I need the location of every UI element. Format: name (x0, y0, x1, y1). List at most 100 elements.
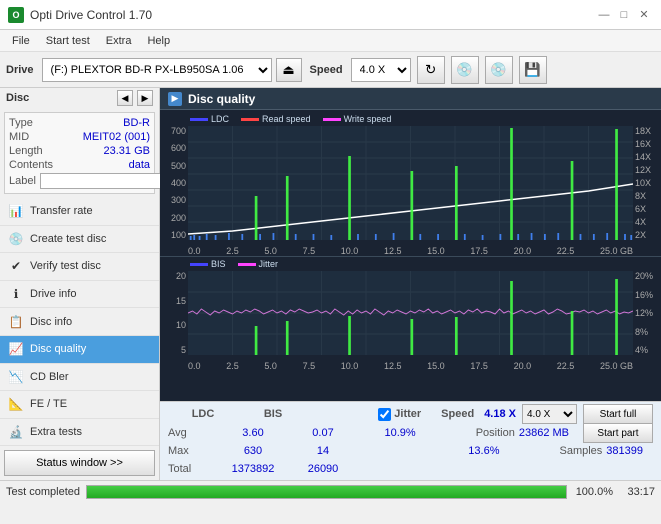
samples-label: Samples (559, 445, 602, 457)
close-button[interactable]: ✕ (635, 6, 653, 24)
app-icon: O (8, 7, 24, 23)
menu-file[interactable]: File (4, 33, 38, 49)
disc-mid-value: MEIT02 (001) (83, 131, 150, 143)
legend-bis-color (190, 263, 208, 266)
menu-extra[interactable]: Extra (98, 33, 140, 49)
save-button[interactable]: 💾 (519, 56, 547, 84)
bx-label-25: 25.0 GB (600, 361, 633, 371)
sidebar-item-fe-te[interactable]: 📐 FE / TE (0, 391, 159, 419)
sidebar-item-extra-tests[interactable]: 🔬 Extra tests (0, 419, 159, 447)
legend-bis-text: BIS (211, 259, 226, 269)
disc-section-title: Disc (6, 92, 29, 104)
content-area: ▶ Disc quality LDC Read speed (160, 88, 661, 480)
legend-read-color (241, 118, 259, 121)
max-bis-value: 14 (288, 445, 358, 457)
drive-info-icon: ℹ (8, 286, 24, 302)
drive-toolbar: Drive (F:) PLEXTOR BD-R PX-LB950SA 1.06 … (0, 52, 661, 88)
legend-read: Read speed (241, 114, 311, 124)
disc2-button[interactable]: 💿 (485, 56, 513, 84)
bx-label-2.5: 2.5 (226, 361, 239, 371)
drive-info-label: Drive info (30, 288, 76, 300)
bis-col-header: BIS (238, 408, 308, 420)
disc-quality-icon: 📈 (8, 341, 24, 357)
legend-jitter-text: Jitter (259, 259, 279, 269)
sidebar-item-verify-test-disc[interactable]: ✔ Verify test disc (0, 253, 159, 281)
stats-header-row: LDC BIS Jitter Speed 4.18 X 4.0 X Start … (168, 404, 653, 424)
x-label-5: 5.0 (264, 246, 277, 256)
cd-bler-label: CD Bler (30, 371, 69, 383)
titlebar-controls: — □ ✕ (595, 6, 653, 24)
progress-bar-inner (87, 486, 566, 498)
y-label-10: 10 (176, 320, 186, 330)
legend-write-color (323, 118, 341, 121)
sidebar-item-drive-info[interactable]: ℹ Drive info (0, 281, 159, 309)
verify-test-label: Verify test disc (30, 260, 101, 272)
bottom-x-labels: 0.0 2.5 5.0 7.5 10.0 12.5 15.0 17.5 20.0… (188, 361, 633, 371)
sidebar-item-disc-info[interactable]: 📋 Disc info (0, 308, 159, 336)
menu-help[interactable]: Help (139, 33, 178, 49)
y-label-15: 15 (176, 296, 186, 306)
legend-write: Write speed (323, 114, 392, 124)
disc-contents-value[interactable]: data (129, 159, 150, 171)
disc-prev-button[interactable]: ◀ (117, 90, 133, 106)
status-window-button[interactable]: Status window >> (4, 450, 155, 476)
x-label-25: 25.0 GB (600, 246, 633, 256)
y-label-2x: 2X (635, 230, 646, 240)
bottom-chart-area: BIS Jitter 20 15 10 5 (160, 256, 661, 401)
menu-starttest[interactable]: Start test (38, 33, 98, 49)
create-test-icon: 💿 (8, 231, 24, 247)
x-label-20: 20.0 (514, 246, 532, 256)
bx-label-7.5: 7.5 (303, 361, 316, 371)
top-chart-svg (188, 126, 633, 240)
total-bis-value: 26090 (288, 463, 358, 475)
bx-label-17.5: 17.5 (470, 361, 488, 371)
y-label-6x: 6X (635, 204, 646, 214)
jitter-col-header: Jitter (394, 408, 421, 420)
jitter-checkbox[interactable] (378, 408, 391, 421)
speed-select-stats[interactable]: 4.0 X (522, 404, 577, 424)
disc-button[interactable]: 💿 (451, 56, 479, 84)
legend-bis: BIS (190, 259, 226, 269)
speed-value: 4.18 X (484, 408, 516, 420)
start-full-button[interactable]: Start full (583, 404, 653, 424)
sidebar-item-transfer-rate[interactable]: 📊 Transfer rate (0, 198, 159, 226)
eject-button[interactable]: ⏏ (276, 58, 302, 82)
sidebar-item-disc-quality[interactable]: 📈 Disc quality (0, 336, 159, 364)
sidebar-item-create-test-disc[interactable]: 💿 Create test disc (0, 226, 159, 254)
top-chart-area: LDC Read speed Write speed (160, 110, 661, 256)
disc-type-label: Type (9, 117, 33, 129)
y-pct-8: 8% (635, 327, 648, 337)
disc-quality-label: Disc quality (30, 343, 86, 355)
bottom-y-labels-left: 20 15 10 5 (160, 271, 188, 355)
x-label-22.5: 22.5 (557, 246, 575, 256)
legend-ldc-color (190, 118, 208, 121)
verify-test-icon: ✔ (8, 258, 24, 274)
top-y-labels-left: 700 600 500 400 300 200 100 (160, 126, 188, 240)
total-row-label: Total (168, 463, 218, 475)
y-label-100: 100 (171, 230, 186, 240)
disc-next-button[interactable]: ▶ (137, 90, 153, 106)
y-pct-16: 16% (635, 290, 653, 300)
disc-contents-label: Contents (9, 159, 53, 171)
y-label-12x: 12X (635, 165, 651, 175)
disc-label-input[interactable] (40, 173, 178, 189)
speed-label: Speed (310, 64, 343, 76)
extra-tests-icon: 🔬 (8, 424, 24, 440)
drive-select[interactable]: (F:) PLEXTOR BD-R PX-LB950SA 1.06 (42, 58, 272, 82)
top-y-labels-right: 18X 16X 14X 12X 10X 8X 6X 4X 2X (633, 126, 661, 240)
bottom-chart-svg (188, 271, 633, 355)
sidebar-item-cd-bler[interactable]: 📉 CD Bler (0, 364, 159, 392)
x-label-12.5: 12.5 (384, 246, 402, 256)
start-part-button[interactable]: Start part (583, 423, 653, 443)
disc-length-value: 23.31 GB (104, 145, 150, 157)
y-label-10x: 10X (635, 178, 651, 188)
disc-length-row: Length 23.31 GB (9, 145, 150, 157)
speed-select[interactable]: 4.0 X (351, 58, 411, 82)
ldc-col-header: LDC (168, 408, 238, 420)
minimize-button[interactable]: — (595, 6, 613, 24)
disc-contents-row: Contents data (9, 159, 150, 171)
maximize-button[interactable]: □ (615, 6, 633, 24)
legend-jitter: Jitter (238, 259, 279, 269)
refresh-button[interactable]: ↻ (417, 56, 445, 84)
stats-avg-row: Avg 3.60 0.07 10.9% Position 23862 MB St… (168, 424, 653, 442)
